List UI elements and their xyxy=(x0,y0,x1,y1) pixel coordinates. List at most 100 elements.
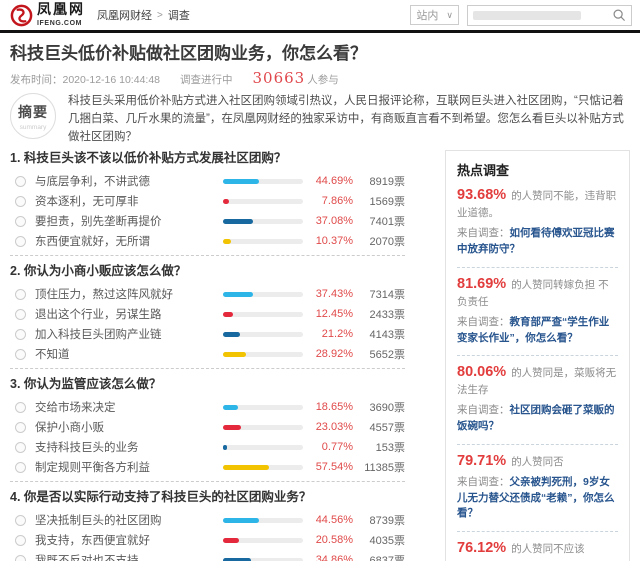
logo-text: 凤凰网 IFENG.COM xyxy=(37,4,85,27)
poll-option-row[interactable]: 退出这个行业，另谋生路12.45%2433票 xyxy=(10,304,405,324)
radio-button[interactable] xyxy=(15,442,26,453)
poll-option-row[interactable]: 要担责，别先垄断再提价37.08%7401票 xyxy=(10,211,405,231)
poll-option-row[interactable]: 我支持，东西便宜就好20.58%4035票 xyxy=(10,530,405,550)
option-percent: 44.56% xyxy=(303,514,353,526)
radio-button[interactable] xyxy=(15,535,26,546)
radio-button[interactable] xyxy=(15,555,26,561)
poll-option-row[interactable]: 不知道 28.92%5652票 xyxy=(10,344,405,364)
radio-button[interactable] xyxy=(15,515,26,526)
hot-survey-item: 93.68%的人赞同不能，违背职业道德。来自调查：如何看待傅欢亚冠比赛中放弃防守… xyxy=(457,179,618,268)
option-votes: 5652票 xyxy=(353,346,405,362)
hot-survey-stat: 81.69%的人赞同转嫁负担 不负责任 xyxy=(457,276,618,310)
search-scope-select[interactable]: 站内 ∨ xyxy=(410,5,459,25)
hot-survey-percent: 81.69% xyxy=(457,276,506,292)
poll-option-row[interactable]: 坚决抵制巨头的社区团购44.56%8739票 xyxy=(10,510,405,530)
logo-title: 凤凰网 xyxy=(37,4,85,18)
result-bar-track xyxy=(223,538,303,543)
option-percent: 44.69% xyxy=(303,175,353,187)
poll-option-row[interactable]: 交给市场来决定18.65%3690票 xyxy=(10,397,405,417)
search-query-blurred xyxy=(473,11,581,20)
option-label: 制定规则平衡各方利益 xyxy=(35,459,223,475)
hot-survey-desc: 的人赞同否 xyxy=(511,456,564,468)
radio-button[interactable] xyxy=(15,236,26,247)
search-icon[interactable] xyxy=(612,8,626,22)
option-label: 顶住压力，熬过这阵风就好 xyxy=(35,286,223,302)
poll-option-row[interactable]: 资本逐利，无可厚非7.86%1569票 xyxy=(10,191,405,211)
option-votes: 8919票 xyxy=(353,173,405,189)
main-content: 科技巨头低价补贴做社区团购业务，你怎么看？ 发布时间：2020-12-16 10… xyxy=(0,33,640,561)
hot-survey-stat: 93.68%的人赞同不能，违背职业道德。 xyxy=(457,187,618,221)
option-votes: 1569票 xyxy=(353,193,405,209)
option-percent: 23.03% xyxy=(303,421,353,433)
radio-button[interactable] xyxy=(15,289,26,300)
result-bar-fill xyxy=(223,292,253,297)
poll-option-row[interactable]: 加入科技巨头团购产业链21.2%4143票 xyxy=(10,324,405,344)
option-label: 东西便宜就好，无所谓 xyxy=(35,233,223,249)
option-percent: 7.86% xyxy=(303,195,353,207)
question-block: 4. 你是否以实际行动支持了科技巨头的社区团购业务？坚决抵制巨头的社区团购44.… xyxy=(10,489,405,561)
option-label: 保护小商小贩 xyxy=(35,419,223,435)
option-votes: 4143票 xyxy=(353,326,405,342)
result-bar-track xyxy=(223,425,303,430)
poll-option-row[interactable]: 东西便宜就好，无所谓10.37%2070票 xyxy=(10,231,405,251)
participants: 30663 人参与 xyxy=(253,69,339,87)
result-bar-track xyxy=(223,465,303,470)
search-scope-label: 站内 xyxy=(416,7,438,23)
result-bar-track xyxy=(223,179,303,184)
hot-survey-percent: 79.71% xyxy=(457,453,506,469)
option-percent: 57.54% xyxy=(303,461,353,473)
option-votes: 11385票 xyxy=(353,459,405,475)
phoenix-logo-icon xyxy=(10,4,33,27)
hot-survey-percent: 80.06% xyxy=(457,364,506,380)
hot-survey-source: 来自调查：如何看待傅欢亚冠比赛中放弃防守？ xyxy=(457,226,618,258)
result-bar-fill xyxy=(223,352,246,357)
radio-button[interactable] xyxy=(15,422,26,433)
result-bar-track xyxy=(223,312,303,317)
radio-button[interactable] xyxy=(15,309,26,320)
question-block: 2. 你认为小商小贩应该怎么做？顶住压力，熬过这阵风就好37.43%7314票退… xyxy=(10,263,405,369)
breadcrumb-survey-link[interactable]: 调查 xyxy=(168,7,190,23)
radio-button[interactable] xyxy=(15,402,26,413)
poll-option-row[interactable]: 顶住压力，熬过这阵风就好37.43%7314票 xyxy=(10,284,405,304)
result-bar-track xyxy=(223,352,303,357)
poll-option-row[interactable]: 支持科技巨头的业务0.77%153票 xyxy=(10,437,405,457)
poll-option-row[interactable]: 制定规则平衡各方利益 57.54%11385票 xyxy=(10,457,405,477)
option-percent: 34.86% xyxy=(303,554,353,561)
poll-option-row[interactable]: 我既不反对也不支持34.86%6837票 xyxy=(10,550,405,561)
breadcrumb-finance-link[interactable]: 凤凰网财经 xyxy=(97,7,152,23)
hot-survey-item: 80.06%的人赞同是，菜贩将无法生存来自调查：社区团购会砸了菜贩的饭碗吗？ xyxy=(457,356,618,445)
option-label: 不知道 xyxy=(35,346,223,362)
search-input[interactable] xyxy=(467,5,632,26)
hot-survey-percent: 93.68% xyxy=(457,187,506,203)
result-bar-fill xyxy=(223,179,259,184)
radio-button[interactable] xyxy=(15,462,26,473)
result-bar-track xyxy=(223,518,303,523)
page: 凤凰网 IFENG.COM 凤凰网财经 > 调查 站内 ∨ 科技巨头低价补贴做社… xyxy=(0,0,640,561)
hot-survey-source: 来自调查：社区团购会砸了菜贩的饭碗吗？ xyxy=(457,403,618,435)
hot-survey-item: 81.69%的人赞同转嫁负担 不负责任来自调查：教育部严查“学生作业变家长作业”… xyxy=(457,268,618,357)
poll-option-row[interactable]: 保护小商小贩23.03%4557票 xyxy=(10,417,405,437)
question-title: 3. 你认为监管应该怎么做？ xyxy=(10,376,405,392)
option-percent: 37.08% xyxy=(303,215,353,227)
summary-badge-label: 摘要 xyxy=(11,102,55,122)
radio-button[interactable] xyxy=(15,329,26,340)
result-bar-fill xyxy=(223,219,253,224)
result-bar-fill xyxy=(223,465,269,470)
option-label: 我支持，东西便宜就好 xyxy=(35,532,223,548)
option-label: 要担责，别先垄断再提价 xyxy=(35,213,223,229)
option-votes: 2070票 xyxy=(353,233,405,249)
radio-button[interactable] xyxy=(15,349,26,360)
radio-button[interactable] xyxy=(15,196,26,207)
hot-survey-stat: 76.12%的人赞同不应该 xyxy=(457,540,618,557)
hot-survey-item: 76.12%的人赞同不应该来自调查：广东一出租屋内招嫖卖淫整栋楼被停水停电，你怎… xyxy=(457,532,618,561)
option-percent: 20.58% xyxy=(303,534,353,546)
option-percent: 28.92% xyxy=(303,348,353,360)
option-label: 坚决抵制巨头的社区团购 xyxy=(35,512,223,528)
result-bar-fill xyxy=(223,538,239,543)
option-label: 退出这个行业，另谋生路 xyxy=(35,306,223,322)
radio-button[interactable] xyxy=(15,176,26,187)
poll-option-row[interactable]: 与底层争利，不讲武德44.69%8919票 xyxy=(10,171,405,191)
ifeng-logo[interactable]: 凤凰网 IFENG.COM xyxy=(10,4,85,27)
radio-button[interactable] xyxy=(15,216,26,227)
option-percent: 21.2% xyxy=(303,328,353,340)
